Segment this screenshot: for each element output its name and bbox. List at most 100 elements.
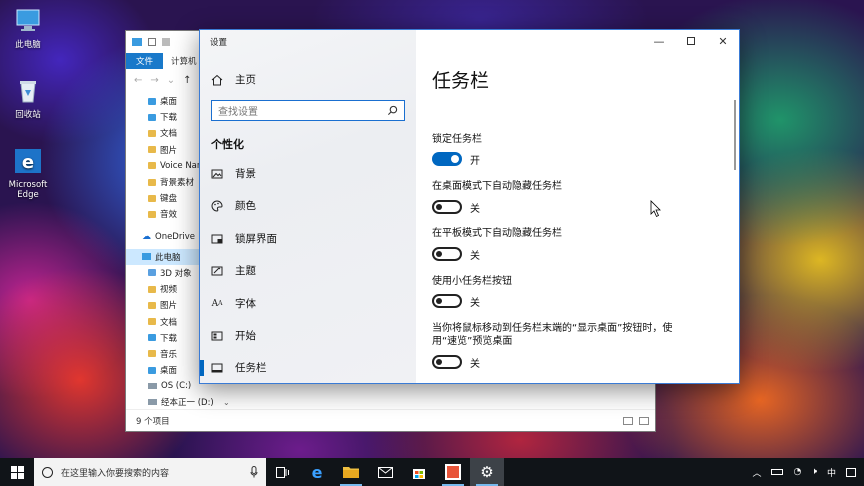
nav-lockscreen[interactable]: 锁屏界面 [211, 231, 277, 246]
peek-toggle[interactable] [432, 355, 462, 369]
settings-window[interactable]: 设置 主页 查找设置 个性化 背景 颜色 锁屏界面 主题 A A 字体 开始 任… [199, 29, 740, 384]
scroll-down-icon[interactable]: ⌄ [223, 398, 230, 407]
font-icon: AA [211, 298, 223, 309]
autohide-tablet-toggle[interactable] [432, 247, 462, 261]
computer-icon [142, 253, 151, 261]
task-view-button[interactable] [266, 458, 300, 486]
start-button[interactable] [0, 458, 34, 486]
toggle-state-label: 开 [470, 156, 480, 167]
chevron-up-icon[interactable]: ︿ [752, 466, 761, 479]
nav-themes[interactable]: 主题 [211, 263, 256, 278]
active-nav-indicator [200, 360, 204, 376]
nav-label: 字体 [235, 298, 256, 310]
computer-icon [16, 9, 40, 31]
ribbon-tab-file[interactable]: 文件 [126, 53, 164, 69]
tree-item-label: 下载 [160, 333, 178, 344]
system-tray: ︿ ◔ 🕨 中 [752, 466, 864, 479]
dropdown-chevron-icon[interactable]: ⌄ [167, 75, 175, 86]
taskbar-edge[interactable]: e [300, 458, 334, 486]
folder-icon [162, 38, 170, 46]
tree-item-label: Voice Narr [160, 160, 204, 171]
item-count: 9 个项目 [136, 416, 170, 427]
taskbar-search-box[interactable]: 在这里输入你要搜索的内容 [34, 458, 266, 486]
ime-indicator[interactable]: 中 [827, 466, 836, 479]
battery-icon[interactable] [771, 469, 784, 475]
download-folder-icon [148, 113, 156, 121]
lock-taskbar-toggle[interactable] [432, 152, 462, 166]
download-folder-icon [148, 334, 156, 342]
mouse-cursor-icon [650, 200, 661, 218]
cloud-icon: ☁ [142, 231, 151, 242]
lockscreen-icon [211, 233, 223, 245]
tree-item-label: 下载 [160, 113, 178, 124]
forward-arrow-icon[interactable]: → [150, 75, 158, 86]
home-icon [211, 74, 223, 86]
close-button[interactable]: ✕ [707, 30, 739, 52]
taskbar-file-explorer[interactable] [334, 458, 368, 486]
option-lock-taskbar-label: 锁定任务栏 [432, 134, 482, 145]
details-view-icon[interactable] [623, 416, 633, 425]
3d-objects-icon [148, 269, 156, 277]
up-arrow-icon[interactable]: ↑ [183, 75, 191, 86]
nav-home[interactable]: 主页 [211, 72, 256, 87]
option-small-buttons-label: 使用小任务栏按钮 [432, 276, 512, 287]
pictures-folder-icon [148, 301, 156, 309]
gear-icon: ⚙ [480, 463, 494, 481]
maximize-icon [687, 37, 695, 45]
tree-item-label: 音乐 [160, 349, 178, 360]
toggle-state-label: 关 [470, 204, 480, 215]
content-scrollbar[interactable] [734, 100, 736, 170]
tree-item-label: 3D 对象 [160, 268, 192, 279]
desktop-folder-icon [148, 366, 156, 374]
nav-taskbar[interactable]: 任务栏 [211, 360, 267, 375]
nav-background[interactable]: 背景 [211, 166, 256, 181]
search-icon[interactable] [387, 105, 398, 116]
edge-icon: e [311, 462, 323, 482]
back-arrow-icon[interactable]: ← [134, 75, 142, 86]
nav-label: 开始 [235, 330, 256, 342]
settings-search-input[interactable]: 查找设置 [211, 100, 405, 121]
nav-colors[interactable]: 颜色 [211, 198, 256, 213]
desktop-icon-this-pc[interactable]: 此电脑 [0, 8, 56, 50]
taskbar-settings[interactable]: ⚙ [470, 458, 504, 486]
taskbar: 在这里输入你要搜索的内容 e ⚙ ︿ ◔ 🕨 中 [0, 458, 864, 486]
taskbar-presentation-app[interactable] [436, 458, 470, 486]
nav-label: 任务栏 [235, 362, 267, 374]
microphone-icon[interactable] [250, 466, 258, 478]
pictures-folder-icon [148, 146, 156, 154]
volume-icon[interactable]: 🕨 [811, 467, 817, 477]
theme-icon [211, 265, 223, 277]
folder-icon [148, 97, 156, 105]
tree-item-label: 文档 [160, 317, 178, 328]
tree-item-label: OneDrive [155, 231, 195, 242]
close-icon: ✕ [718, 34, 728, 48]
documents-folder-icon [148, 318, 156, 326]
taskbar-mail[interactable] [368, 458, 402, 486]
window-title: 设置 [210, 38, 228, 48]
folder-icon [148, 162, 156, 170]
autohide-desktop-toggle[interactable] [432, 200, 462, 214]
tree-item-label: 桌面 [160, 366, 178, 377]
recycle-bin-icon [20, 81, 36, 103]
toggle-state-label: 关 [470, 251, 480, 262]
notification-icon[interactable] [846, 467, 856, 477]
drive-icon [148, 383, 157, 390]
network-icon[interactable]: ◔ [793, 467, 801, 477]
windows-logo-icon [10, 465, 24, 479]
minimize-button[interactable]: — [643, 30, 675, 52]
section-title: 个性化 [211, 138, 244, 151]
taskbar-store[interactable] [402, 458, 436, 486]
folder-icon [343, 467, 359, 478]
nav-fonts[interactable]: AA 字体 [211, 296, 256, 311]
desktop-icon-recycle-bin[interactable]: 回收站 [0, 78, 56, 120]
maximize-button[interactable] [675, 30, 707, 52]
small-buttons-toggle[interactable] [432, 294, 462, 308]
desktop-icon-edge[interactable]: e Microsoft Edge [0, 148, 56, 200]
large-icons-view-icon[interactable] [639, 416, 649, 425]
nav-start[interactable]: 开始 [211, 328, 256, 343]
nav-label: 颜色 [235, 200, 256, 212]
tree-item-label: 视频 [160, 285, 178, 296]
start-icon [211, 330, 223, 342]
nav-home-label: 主页 [235, 74, 256, 86]
option-peek-label: 当你将鼠标移动到任务栏末端的“显示桌面”按钮时，使用“速览”预览桌面 [432, 323, 673, 347]
